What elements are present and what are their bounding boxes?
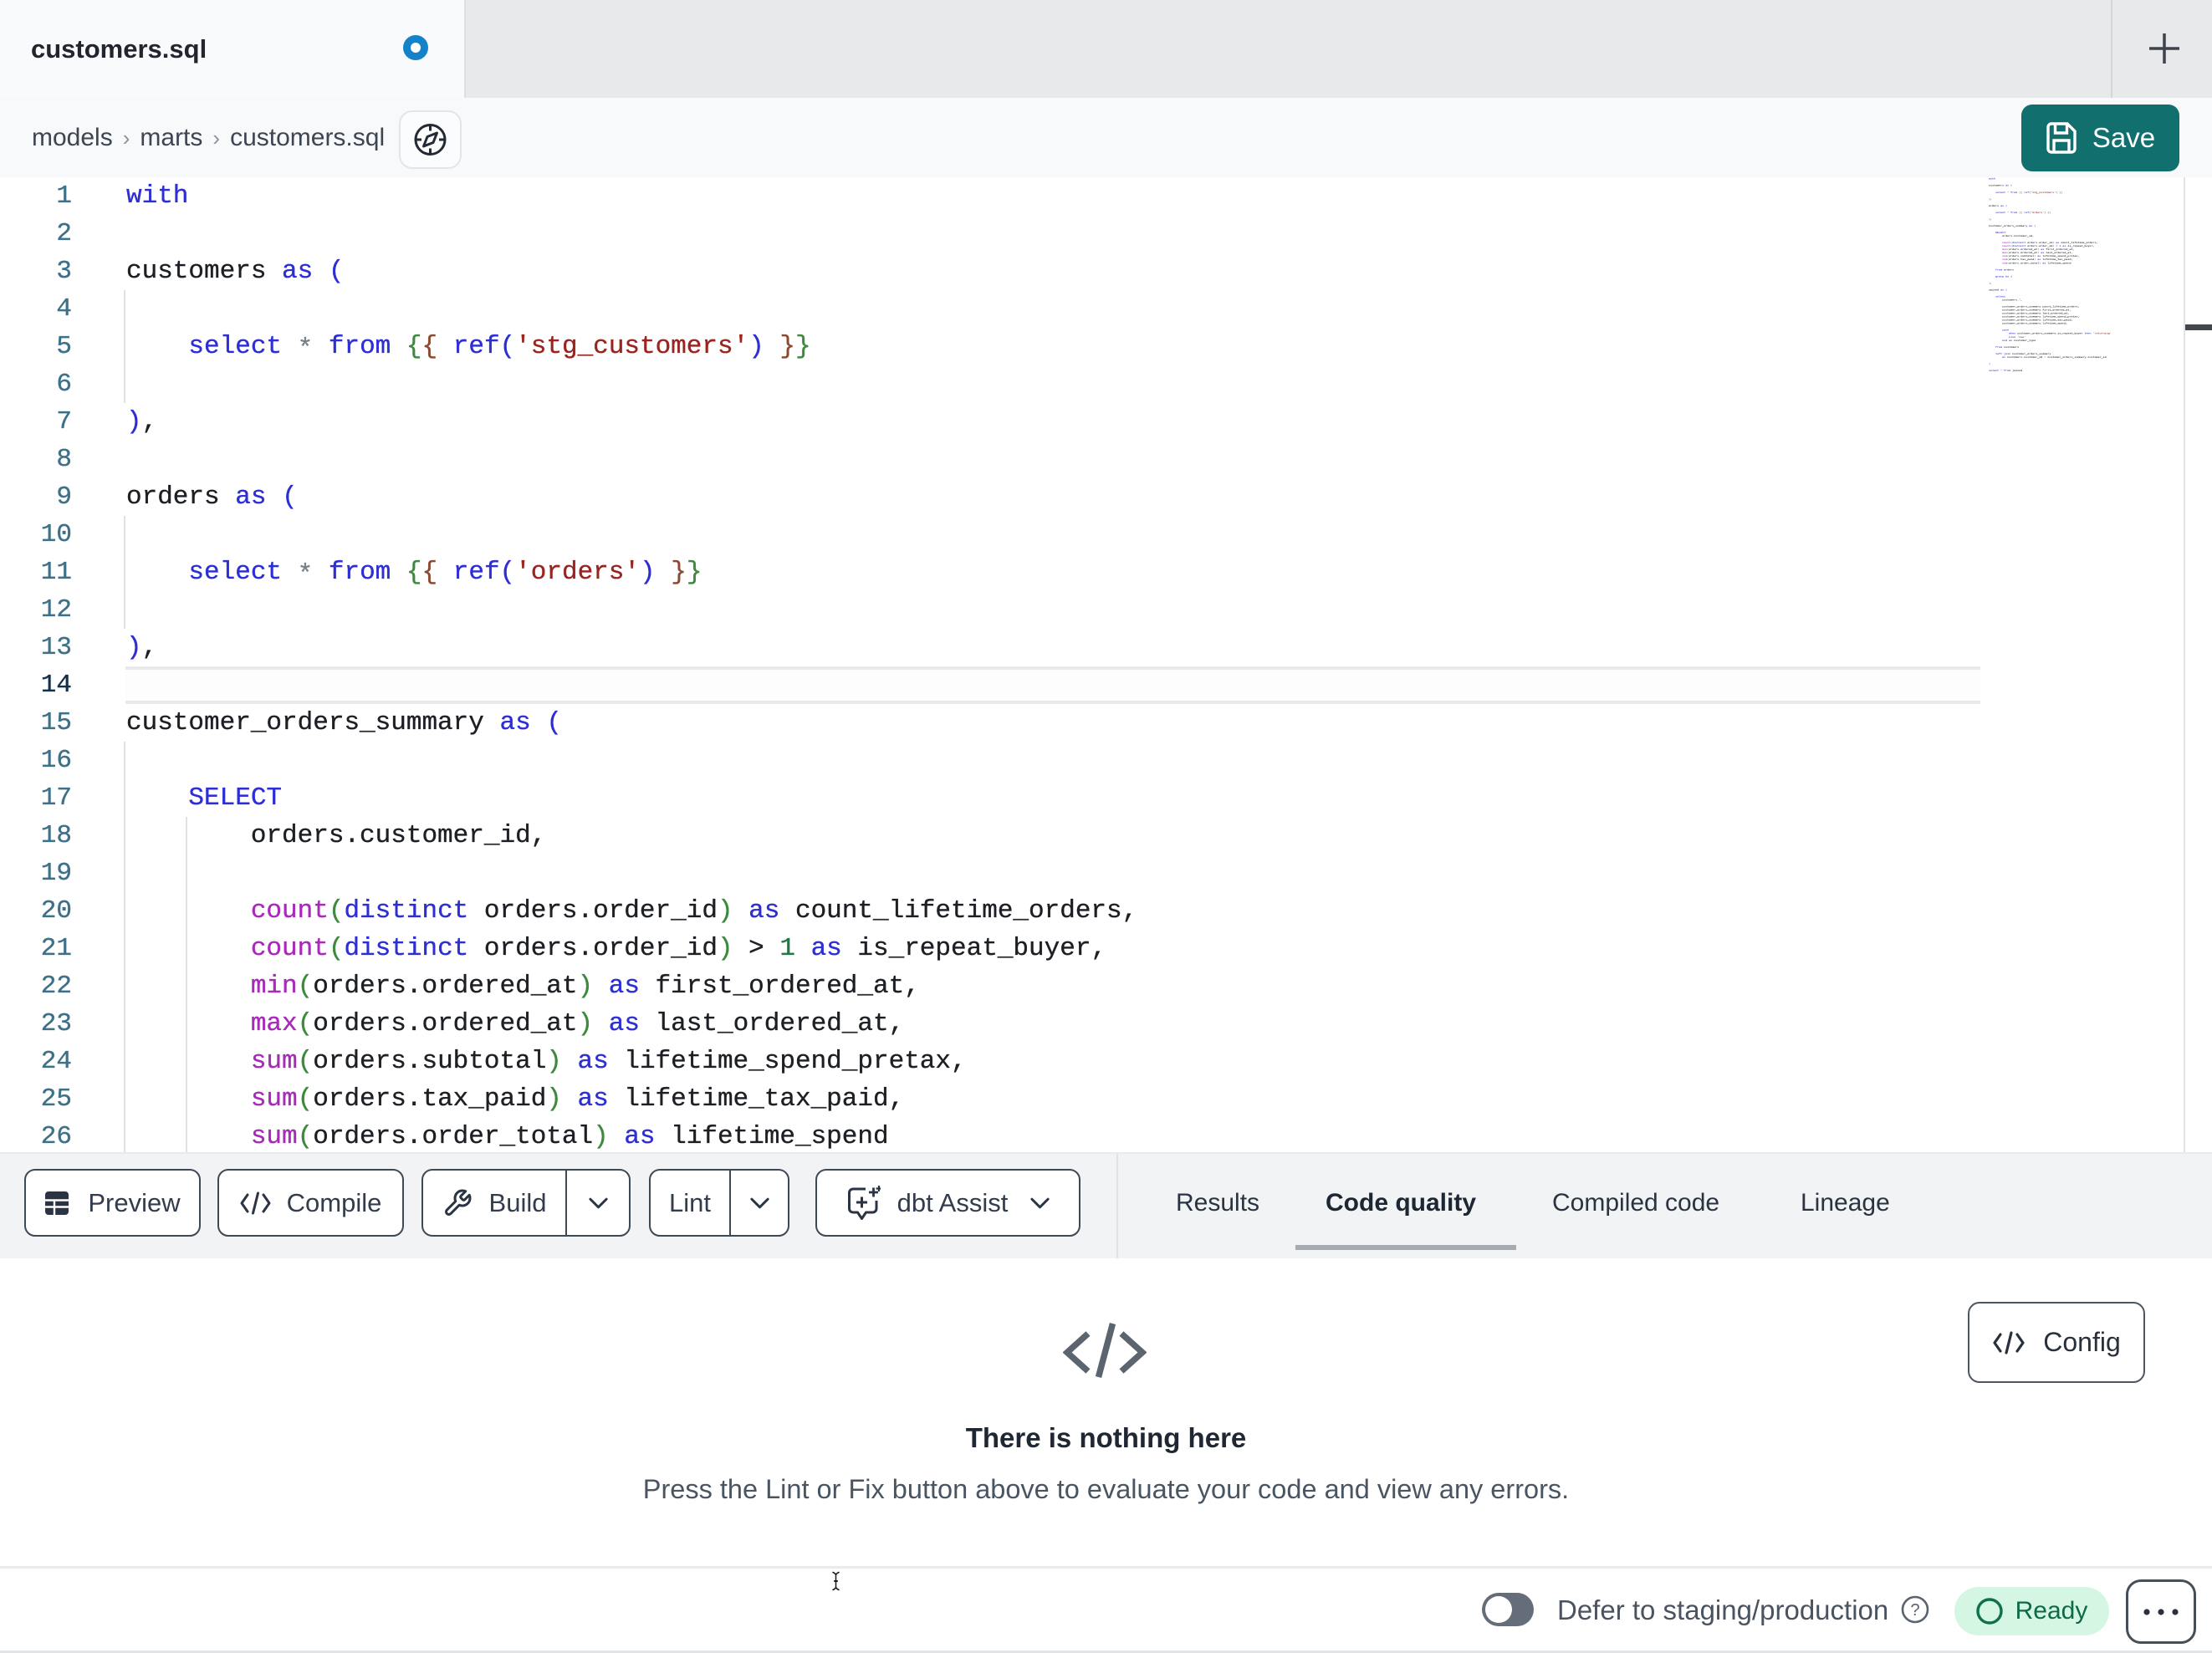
svg-text:?: ? (1910, 1601, 1919, 1620)
